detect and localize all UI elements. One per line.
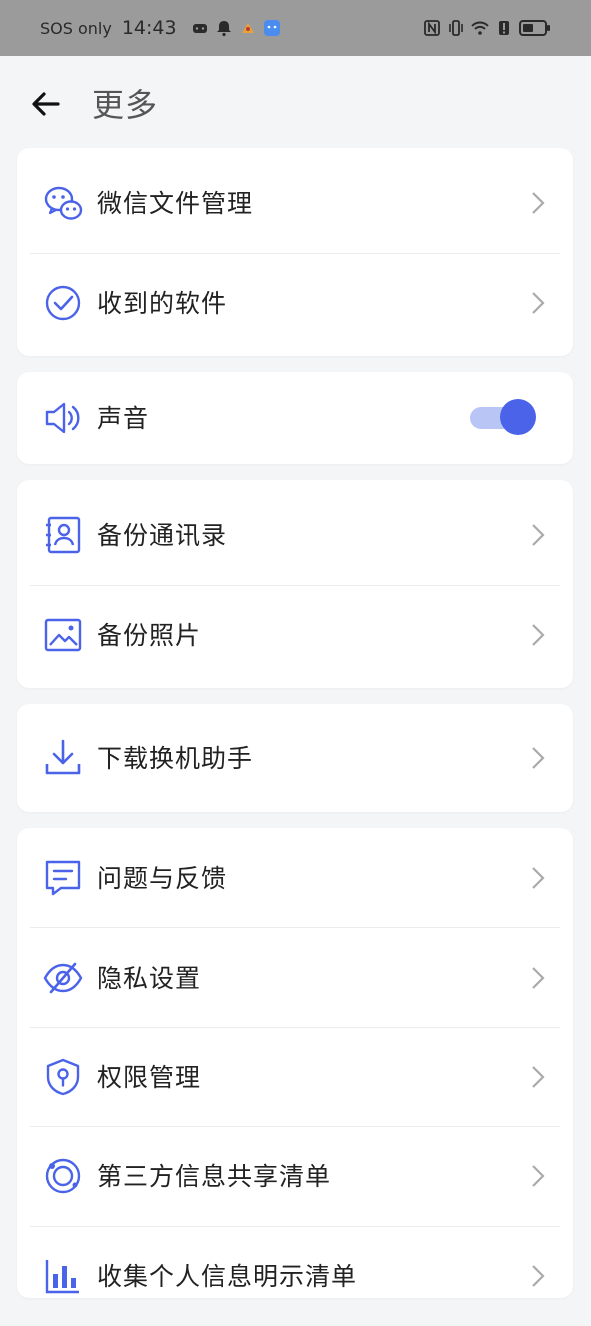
chevron-right-icon [532,967,545,989]
wechat-files-item[interactable]: 微信文件管理 [17,153,573,253]
settings-group-4: 下载换机助手 [17,704,573,812]
third-party-sharing-label: 第三方信息共享清单 [97,1162,332,1191]
permission-management-label: 权限管理 [97,1063,202,1092]
speaker-icon [45,402,80,434]
privacy-settings-item[interactable]: 隐私设置 [17,928,573,1028]
battery-icon [519,20,550,36]
received-apps-label: 收到的软件 [97,289,228,318]
status-bar: SOS only 14:43 [0,0,591,56]
wechat-icon [44,186,83,220]
download-icon [45,739,81,775]
app-notification-icon [241,23,254,33]
download-helper-item[interactable]: 下载换机助手 [17,708,573,808]
contacts-icon [46,516,81,554]
shield-key-icon [46,1058,80,1096]
bar-chart-icon [45,1260,79,1294]
chevron-right-icon [532,524,545,546]
chevron-right-icon [532,292,545,314]
feedback-label: 问题与反馈 [97,864,228,893]
check-circle-icon [45,285,81,321]
backup-photos-item[interactable]: 备份照片 [17,585,573,685]
bell-icon [216,21,231,37]
toggle-knob [500,399,536,435]
received-apps-item[interactable]: 收到的软件 [17,253,573,353]
alert-icon [499,21,509,35]
chevron-right-icon [532,1066,545,1088]
chevron-right-icon [532,624,545,646]
page-header: 更多 [0,56,591,148]
feedback-icon [45,860,81,896]
carrier-text: SOS only [40,18,112,38]
privacy-settings-label: 隐私设置 [97,964,202,993]
game-icon [192,24,207,33]
personal-info-list-label: 收集个人信息明示清单 [97,1262,358,1291]
wifi-icon [471,21,489,35]
settings-group-2: 声音 [17,372,573,464]
chevron-right-icon [532,1265,545,1287]
feedback-item[interactable]: 问题与反馈 [17,828,573,928]
sound-label: 声音 [97,404,150,433]
nfc-icon [424,20,440,36]
chevron-right-icon [532,867,545,889]
arrow-left-icon[interactable] [28,86,64,122]
chevron-right-icon [532,192,545,214]
vibrate-icon [449,20,463,36]
planet-icon [45,1158,81,1194]
wechat-files-label: 微信文件管理 [97,189,254,218]
eye-slash-icon [43,962,83,994]
backup-photos-label: 备份照片 [97,621,202,650]
app-badge-icon [263,20,280,36]
page-title: 更多 [92,86,159,124]
image-icon [44,618,82,652]
third-party-sharing-item[interactable]: 第三方信息共享清单 [17,1126,573,1226]
chevron-right-icon [532,1165,545,1187]
personal-info-list-item[interactable]: 收集个人信息明示清单 [17,1226,573,1326]
download-helper-label: 下载换机助手 [97,744,254,773]
backup-contacts-item[interactable]: 备份通讯录 [17,485,573,585]
backup-contacts-label: 备份通讯录 [97,521,228,550]
sound-toggle[interactable] [470,399,536,435]
status-time: 14:43 [121,17,177,39]
permission-management-item[interactable]: 权限管理 [17,1027,573,1127]
settings-group-5: 问题与反馈 隐私设置 权限管理 第三方信息共享清单 收集个人信息明示清单 [17,828,573,1298]
sound-item: 声音 [17,368,573,468]
settings-group-1: 微信文件管理 收到的软件 [17,148,573,356]
settings-group-3: 备份通讯录 备份照片 [17,480,573,688]
chevron-right-icon [532,747,545,769]
